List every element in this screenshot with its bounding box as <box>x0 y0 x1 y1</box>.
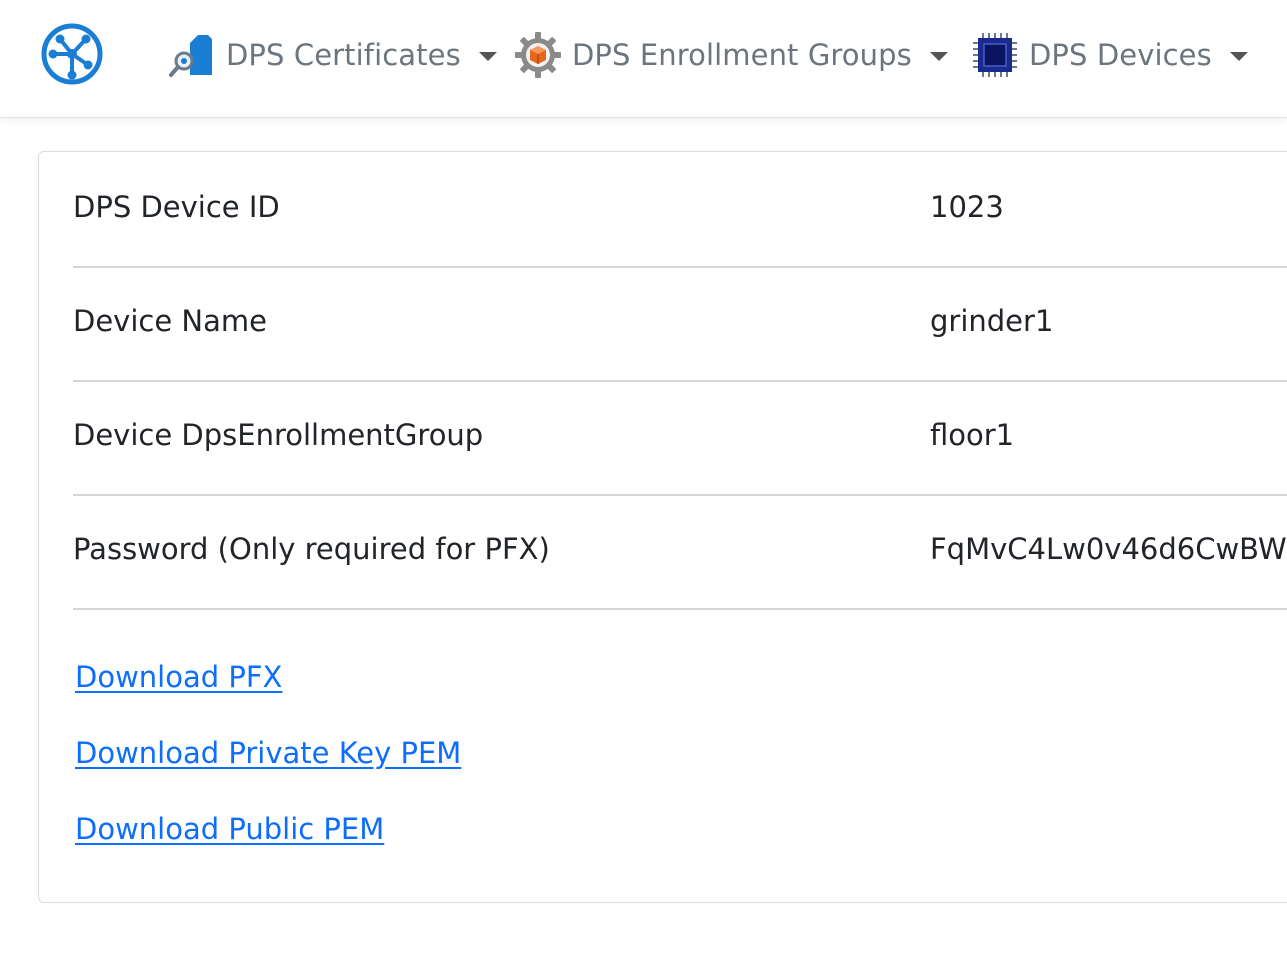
chevron-down-icon <box>478 52 497 61</box>
brand-logo-icon[interactable] <box>38 21 106 87</box>
nav-dps-devices-dropdown[interactable]: DPS Devices <box>971 28 1248 82</box>
nav-label-enrollment-groups: DPS Enrollment Groups <box>572 38 912 72</box>
chevron-down-icon <box>1229 52 1248 61</box>
detail-row-device-id: DPS Device ID 1023 <box>73 152 1287 268</box>
download-pfx-link[interactable]: Download PFX <box>75 660 282 694</box>
download-public-pem-link[interactable]: Download Public PEM <box>75 812 384 846</box>
detail-label: DPS Device ID <box>73 190 280 224</box>
nav-dps-enrollment-groups-dropdown[interactable]: DPS Enrollment Groups <box>514 28 948 82</box>
detail-row-enrollment-group: Device DpsEnrollmentGroup floor1 <box>73 380 1287 496</box>
detail-value: 1023 <box>930 190 1004 224</box>
chip-icon <box>971 31 1019 79</box>
nav-label-certificates: DPS Certificates <box>226 38 461 72</box>
detail-row-password: Password (Only required for PFX) FqMvC4L… <box>73 494 1287 610</box>
detail-value: floor1 <box>930 418 1015 452</box>
device-details-card: DPS Device ID 1023 Device Name grinder1 … <box>38 151 1287 903</box>
detail-label: Device DpsEnrollmentGroup <box>73 418 484 452</box>
nav-dps-certificates-dropdown[interactable]: DPS Certificates <box>168 28 497 82</box>
download-private-key-pem-link[interactable]: Download Private Key PEM <box>75 736 461 770</box>
top-navbar: DPS Certificates DPS Enrollment Groups D… <box>0 0 1287 118</box>
certificate-search-icon <box>168 31 216 79</box>
detail-label: Password (Only required for PFX) <box>73 532 550 566</box>
nav-label-devices: DPS Devices <box>1029 38 1212 72</box>
detail-row-device-name: Device Name grinder1 <box>73 266 1287 382</box>
gear-box-icon <box>514 31 562 79</box>
detail-label: Device Name <box>73 304 267 338</box>
chevron-down-icon <box>929 52 948 61</box>
password-value: FqMvC4Lw0v46d6CwBWy <box>930 532 1287 566</box>
detail-value: grinder1 <box>930 304 1054 338</box>
